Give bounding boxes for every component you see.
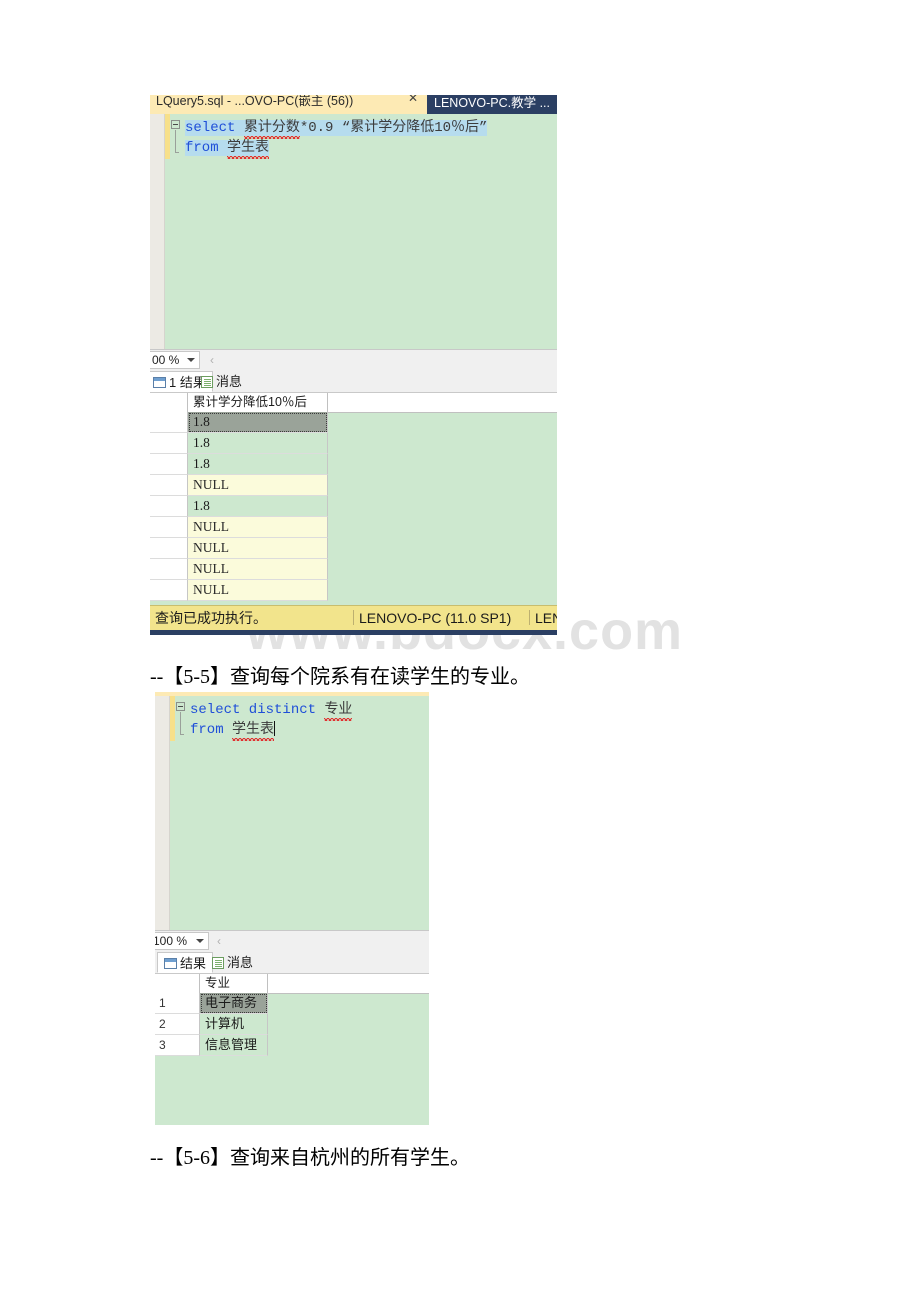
results-grid-2[interactable]: 专业 1 电子商务 2 计算机 3 信息管理 — [155, 974, 429, 1125]
row-number — [150, 559, 188, 580]
tab-results-2[interactable]: 结果 — [157, 952, 214, 973]
grid-header-rownum-2 — [155, 974, 200, 993]
code-line-2: from 学生表 — [185, 138, 270, 159]
message-icon — [212, 957, 224, 969]
grid-header-row-2: 专业 — [155, 974, 429, 994]
table-row[interactable]: NULL — [150, 580, 557, 601]
grid-cell[interactable]: NULL — [188, 517, 328, 538]
row-number — [150, 496, 188, 517]
status-user: LENO — [535, 610, 557, 626]
table-row[interactable]: NULL — [150, 475, 557, 496]
status-server: LENOVO-PC (11.0 SP1) — [359, 610, 512, 626]
tab-query5-sql[interactable]: LQuery5.sql - ...OVO-PC(嵌主 (56)) — [150, 95, 359, 113]
editor-zoombar-1: 00 % ‹ — [150, 349, 557, 372]
table-row[interactable]: 2 计算机 — [155, 1014, 429, 1035]
status-divider — [529, 610, 530, 625]
status-message: 查询已成功执行。 — [155, 610, 267, 626]
table-row[interactable]: 3 信息管理 — [155, 1035, 429, 1056]
grid-cell[interactable]: 1.8 — [188, 412, 328, 433]
table-row[interactable]: 1.8 — [150, 496, 557, 517]
grid-cell[interactable]: NULL — [188, 538, 328, 559]
results-tabstrip-2: 结果 消息 — [155, 951, 429, 974]
chevron-down-icon[interactable] — [196, 939, 204, 943]
grid-header-rownum-1 — [150, 393, 188, 412]
change-bar-2 — [170, 696, 175, 741]
tab-messages-2[interactable]: 消息 — [206, 952, 259, 973]
tab-results-label-2: 结果 — [180, 956, 207, 971]
table-row[interactable]: 1.8 — [150, 412, 557, 433]
grid-cell[interactable]: NULL — [188, 559, 328, 580]
zoom-level-value-1: 00 % — [152, 353, 180, 367]
chevron-down-icon[interactable] — [187, 358, 195, 362]
grid-icon — [153, 377, 166, 388]
ssms-window-2: select distinct 专业 from 学生表 100 % ‹ 结果 消… — [155, 692, 429, 1125]
grid-cell[interactable]: 1.8 — [188, 433, 328, 454]
grid-header-cell[interactable]: 累计学分降低10％后 — [188, 393, 328, 412]
editor-tabstrip-1: LQuery5.sql - ...OVO-PC(嵌主 (56)) ✕ LENOV… — [150, 95, 557, 114]
status-bar-1: 查询已成功执行。 LENOVO-PC (11.0 SP1) LENO — [150, 605, 557, 630]
fold-line — [175, 130, 176, 152]
grid-header-row-1: 累计学分降低10％后 — [150, 393, 557, 413]
code-line-1: select distinct 专业 — [190, 700, 353, 721]
fold-collapse-icon[interactable] — [176, 702, 185, 711]
fold-line — [180, 712, 181, 734]
table-row[interactable]: NULL — [150, 559, 557, 580]
zoom-level-value-2: 100 % — [155, 934, 188, 948]
table-row[interactable]: 1 电子商务 — [155, 993, 429, 1014]
table-row[interactable]: NULL — [150, 538, 557, 559]
zoom-level-dropdown-1[interactable]: 00 % — [150, 351, 200, 369]
row-number: 1 — [155, 993, 200, 1014]
fold-collapse-icon[interactable] — [171, 120, 180, 129]
grid-cell[interactable]: 计算机 — [200, 1014, 268, 1035]
editor-gutter-1 — [150, 114, 165, 349]
fold-line-foot — [180, 734, 184, 735]
row-number — [150, 517, 188, 538]
row-number — [150, 433, 188, 454]
change-bar-1 — [165, 114, 170, 159]
code-line-2: from 学生表 — [190, 720, 276, 741]
message-icon — [201, 376, 213, 388]
status-divider — [353, 610, 354, 625]
grid-cell[interactable]: 电子商务 — [200, 993, 268, 1014]
sql-editor-1[interactable]: select 累计分数*0.9 “累计学分降低10％后” from 学生表 — [150, 114, 557, 349]
row-number: 2 — [155, 1014, 200, 1035]
results-tabstrip-1: 1 结果 消息 — [150, 370, 557, 393]
row-number — [150, 454, 188, 475]
ssms-window-1: LQuery5.sql - ...OVO-PC(嵌主 (56)) ✕ LENOV… — [150, 95, 557, 635]
tab-messages-1[interactable]: 消息 — [195, 371, 248, 392]
results-grid-1[interactable]: 累计学分降低10％后 1.8 1.8 1.8 NULL 1.8 NULL NUL… — [150, 393, 557, 611]
code-line-1: select 累计分数*0.9 “累计学分降低10％后” — [185, 118, 488, 139]
zoom-level-dropdown-2[interactable]: 100 % — [155, 932, 209, 950]
close-icon[interactable]: ✕ — [408, 95, 418, 105]
grid-cell[interactable]: NULL — [188, 580, 328, 601]
grid-cell[interactable]: 1.8 — [188, 454, 328, 475]
row-number — [150, 580, 188, 601]
editor-gutter-2 — [155, 696, 170, 930]
row-number: 3 — [155, 1035, 200, 1056]
grid-header-cell[interactable]: 专业 — [200, 974, 268, 993]
scroll-left-icon-2[interactable]: ‹ — [217, 934, 221, 948]
row-number — [150, 412, 188, 433]
row-number — [150, 538, 188, 559]
sql-editor-2[interactable]: select distinct 专业 from 学生表 — [155, 696, 429, 930]
doc-line-5-5: --【5-5】查询每个院系有在读学生的专业。 — [150, 666, 530, 688]
table-row[interactable]: NULL — [150, 517, 557, 538]
fold-line-foot — [175, 152, 179, 153]
row-number — [150, 475, 188, 496]
grid-cell[interactable]: NULL — [188, 475, 328, 496]
editor-zoombar-2: 100 % ‹ — [155, 930, 429, 953]
tab-messages-label-2: 消息 — [227, 955, 254, 970]
scroll-left-icon-1[interactable]: ‹ — [210, 353, 214, 367]
grid-cell[interactable]: 信息管理 — [200, 1035, 268, 1056]
tab-messages-label-1: 消息 — [216, 374, 243, 389]
status-underline-bar — [150, 630, 557, 635]
table-row[interactable]: 1.8 — [150, 454, 557, 475]
tab-object-explorer-details[interactable]: LENOVO-PC.教学 ... — [427, 95, 557, 114]
doc-line-5-6: --【5-6】查询来自杭州的所有学生。 — [150, 1147, 470, 1169]
grid-cell[interactable]: 1.8 — [188, 496, 328, 517]
grid-icon — [164, 958, 177, 969]
table-row[interactable]: 1.8 — [150, 433, 557, 454]
